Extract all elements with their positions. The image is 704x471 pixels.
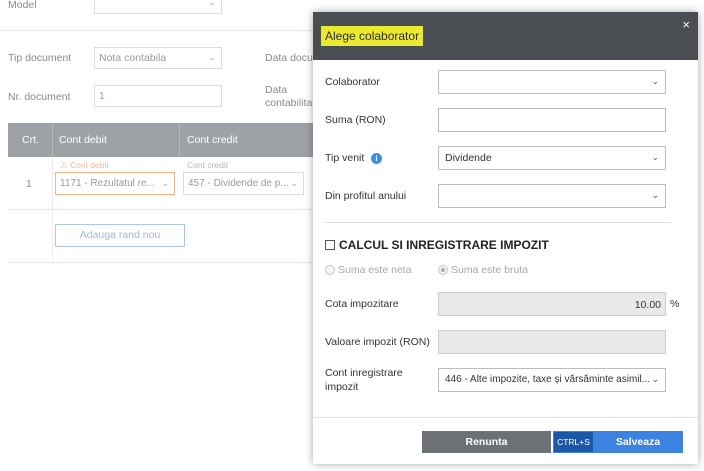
- close-icon[interactable]: ×: [682, 17, 690, 32]
- data-contabilitate-label: Data: [265, 84, 288, 96]
- modal-title: Alege colaborator: [321, 26, 424, 46]
- nr-document-input[interactable]: 1: [94, 85, 222, 107]
- column-header-cont-debit: Cont debit: [59, 134, 107, 146]
- calcul-impozit-checkbox[interactable]: [325, 240, 335, 250]
- cont-debit-warning-label: ⚠ Cont debit: [60, 160, 109, 170]
- row-divider: [8, 209, 318, 210]
- cont-credit-value: 457 - Dividende de p...: [188, 178, 289, 189]
- save-button-label: Salveaza: [615, 436, 661, 448]
- cont-inregistrare-select[interactable]: 446 - Alte impozite, taxe și vărsăminte …: [438, 368, 666, 392]
- column-header-cont-credit: Cont credit: [187, 134, 238, 146]
- info-icon[interactable]: i: [371, 153, 382, 164]
- din-profitul-select[interactable]: ⌄: [438, 184, 666, 208]
- calcul-impozit-label[interactable]: CALCUL SI INREGISTRARE IMPOZIT: [339, 238, 549, 252]
- cancel-button[interactable]: Renunta: [422, 431, 551, 453]
- column-header-crt: Crt.: [22, 134, 39, 146]
- suma-bruta-radio[interactable]: [438, 265, 448, 275]
- colaborator-label: Colaborator: [325, 76, 380, 88]
- divider: [0, 30, 315, 31]
- chevron-down-icon: ⌄: [651, 190, 659, 200]
- suma-bruta-label: Suma este bruta: [451, 264, 529, 276]
- add-row-button[interactable]: Adauga rand nou: [55, 224, 185, 247]
- cont-inregistrare-label: Cont inregistrare: [325, 367, 403, 379]
- tip-venit-value: Dividende: [445, 152, 492, 164]
- suma-neta-radio[interactable]: [325, 265, 335, 275]
- chevron-down-icon: ⌄: [651, 76, 659, 86]
- model-label: Model: [8, 0, 37, 11]
- chevron-down-icon: ⌄: [651, 374, 659, 384]
- tip-document-label: Tip document: [8, 52, 72, 64]
- cota-impozitare-value: 10.00: [634, 299, 661, 311]
- colaborator-select[interactable]: ⌄: [438, 70, 666, 94]
- nr-document-label: Nr. document: [8, 91, 71, 103]
- percent-unit: %: [670, 298, 680, 310]
- column-separator: [52, 123, 53, 157]
- chevron-down-icon: ⌄: [290, 178, 298, 188]
- save-button[interactable]: CTRL+S Salveaza: [553, 431, 683, 453]
- chevron-down-icon: ⌄: [161, 178, 169, 188]
- cont-inregistrare-value: 446 - Alte impozite, taxe și vărsăminte …: [445, 374, 651, 385]
- model-select[interactable]: ⌄: [94, 0, 222, 14]
- cont-debit-select[interactable]: 1171 - Rezultatul re... ⌄: [55, 172, 175, 195]
- suma-label: Suma (RON): [325, 114, 386, 126]
- cont-credit-select[interactable]: 457 - Dividende de p... ⌄: [183, 172, 304, 195]
- row-number: 1: [26, 178, 32, 190]
- cont-inregistrare-label-2: impozit: [325, 381, 359, 393]
- column-separator: [179, 123, 180, 157]
- tip-document-value: Nota contabila: [99, 52, 167, 64]
- cont-debit-value: 1171 - Rezultatul re...: [60, 178, 155, 189]
- data-contabilitate-label-2: contabilitat: [265, 97, 316, 109]
- cota-impozitare-input: 10.00: [438, 292, 666, 316]
- table-header: Crt. Cont debit Cont credit: [8, 123, 318, 157]
- tip-venit-select[interactable]: Dividende ⌄: [438, 146, 666, 170]
- chevron-down-icon: ⌄: [208, 52, 216, 62]
- cont-credit-label: Cont credit: [187, 160, 229, 170]
- din-profitul-label: Din profitul anului: [325, 190, 407, 202]
- chevron-down-icon: ⌄: [651, 152, 659, 162]
- choose-collaborator-modal: Alege colaborator × Colaborator ⌄ Suma (…: [313, 12, 698, 464]
- valoare-impozit-label: Valoare impozit (RON): [325, 336, 430, 348]
- modal-header: Alege colaborator ×: [313, 12, 698, 60]
- cota-impozitare-label: Cota impozitare: [325, 298, 399, 310]
- suma-neta-label: Suma este neta: [338, 264, 412, 276]
- footer-divider: [313, 417, 698, 418]
- save-shortcut-badge: CTRL+S: [554, 432, 593, 452]
- section-divider: [325, 222, 671, 223]
- nr-document-value: 1: [99, 90, 105, 102]
- table-bottom-divider: [8, 262, 318, 263]
- valoare-impozit-input: [438, 330, 666, 354]
- tip-venit-label: Tip venit: [325, 152, 365, 164]
- chevron-down-icon: ⌄: [208, 0, 216, 7]
- suma-input[interactable]: [438, 108, 666, 132]
- tip-document-select[interactable]: Nota contabila ⌄: [94, 47, 222, 69]
